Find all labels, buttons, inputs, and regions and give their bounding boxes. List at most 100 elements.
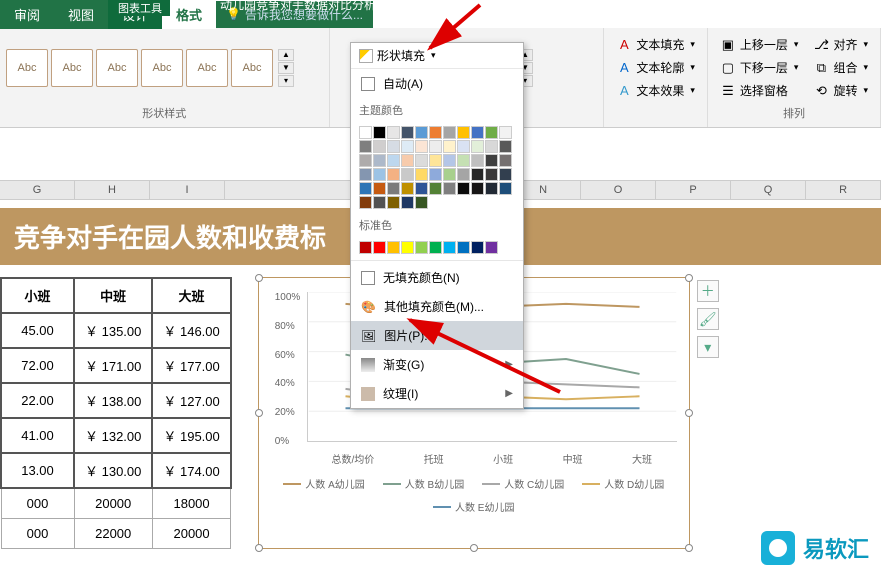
color-swatch[interactable] — [443, 126, 456, 139]
color-swatch[interactable] — [415, 168, 428, 181]
color-swatch[interactable] — [401, 182, 414, 195]
color-swatch[interactable] — [429, 126, 442, 139]
col-i[interactable]: I — [150, 181, 225, 199]
col-q[interactable]: Q — [731, 181, 806, 199]
color-swatch[interactable] — [457, 168, 470, 181]
scroll-more-icon[interactable]: ▾ — [278, 75, 294, 87]
color-swatch[interactable] — [471, 154, 484, 167]
color-swatch[interactable] — [359, 182, 372, 195]
color-swatch[interactable] — [373, 140, 386, 153]
color-swatch[interactable] — [443, 182, 456, 195]
color-swatch[interactable] — [387, 196, 400, 209]
color-swatch[interactable] — [387, 241, 400, 254]
color-swatch[interactable] — [485, 154, 498, 167]
color-swatch[interactable] — [443, 140, 456, 153]
color-swatch[interactable] — [387, 154, 400, 167]
col-o[interactable]: O — [581, 181, 656, 199]
color-swatch[interactable] — [415, 241, 428, 254]
color-swatch[interactable] — [471, 140, 484, 153]
legend-item[interactable]: 人数 A幼儿园 — [283, 476, 364, 491]
shape-style-4[interactable]: Abc — [141, 49, 183, 87]
chart-handle[interactable] — [255, 274, 263, 282]
color-swatch[interactable] — [359, 140, 372, 153]
color-swatch[interactable] — [415, 154, 428, 167]
color-swatch[interactable] — [387, 168, 400, 181]
dd-auto[interactable]: 自动(A) — [351, 69, 523, 98]
col-g[interactable]: G — [0, 181, 75, 199]
x-axis[interactable]: 总数/均价 托班 小班 中班 大班 — [307, 451, 677, 466]
color-swatch[interactable] — [429, 182, 442, 195]
th-1[interactable]: 中班 — [74, 278, 152, 313]
color-swatch[interactable] — [499, 182, 512, 195]
color-swatch[interactable] — [401, 196, 414, 209]
color-swatch[interactable] — [457, 154, 470, 167]
color-swatch[interactable] — [373, 168, 386, 181]
chart-handle[interactable] — [685, 274, 693, 282]
chart-legend[interactable]: 人数 A幼儿园人数 B幼儿园人数 C幼儿园人数 D幼儿园人数 E幼儿园 — [277, 476, 671, 514]
scroll-up-icon[interactable]: ▲ — [278, 49, 294, 61]
scroll-down-icon[interactable]: ▼ — [278, 62, 294, 74]
color-swatch[interactable] — [485, 182, 498, 195]
shape-style-6[interactable]: Abc — [231, 49, 273, 87]
legend-item[interactable]: 人数 C幼儿园 — [482, 476, 564, 491]
color-swatch[interactable] — [443, 154, 456, 167]
color-swatch[interactable] — [373, 196, 386, 209]
color-swatch[interactable] — [401, 126, 414, 139]
color-swatch[interactable] — [401, 241, 414, 254]
color-swatch[interactable] — [373, 182, 386, 195]
align-button[interactable]: ⎇对齐▾ — [811, 34, 870, 55]
color-swatch[interactable] — [471, 182, 484, 195]
color-swatch[interactable] — [485, 126, 498, 139]
color-swatch[interactable] — [499, 168, 512, 181]
color-swatch[interactable] — [457, 140, 470, 153]
col-p[interactable]: P — [656, 181, 731, 199]
rotate-button[interactable]: ⟲旋转▾ — [811, 80, 870, 101]
chart-handle[interactable] — [685, 409, 693, 417]
chart-brush-button[interactable]: 🖌 — [697, 308, 719, 330]
color-swatch[interactable] — [359, 241, 372, 254]
chart-filter-button[interactable]: ▾ — [697, 336, 719, 358]
color-swatch[interactable] — [485, 140, 498, 153]
chart-handle[interactable] — [470, 544, 478, 552]
tab-view[interactable]: 视图 — [54, 0, 108, 29]
color-swatch[interactable] — [429, 154, 442, 167]
color-swatch[interactable] — [499, 126, 512, 139]
color-swatch[interactable] — [499, 140, 512, 153]
color-swatch[interactable] — [457, 126, 470, 139]
legend-item[interactable]: 人数 B幼儿园 — [383, 476, 464, 491]
color-swatch[interactable] — [429, 168, 442, 181]
legend-item[interactable]: 人数 E幼儿园 — [433, 499, 514, 514]
color-swatch[interactable] — [373, 126, 386, 139]
text-outline-button[interactable]: A文本轮廓▾ — [614, 57, 697, 78]
col-r[interactable]: R — [806, 181, 881, 199]
color-swatch[interactable] — [401, 140, 414, 153]
color-swatch[interactable] — [471, 168, 484, 181]
color-swatch[interactable] — [471, 241, 484, 254]
group-button[interactable]: ⧉组合▾ — [811, 57, 870, 78]
chart-handle[interactable] — [255, 544, 263, 552]
color-swatch[interactable] — [359, 154, 372, 167]
shape-style-1[interactable]: Abc — [6, 49, 48, 87]
color-swatch[interactable] — [415, 196, 428, 209]
y-axis[interactable]: 100% 80% 60% 40% 20% 0% — [275, 292, 301, 447]
chart-handle[interactable] — [255, 409, 263, 417]
color-swatch[interactable] — [429, 241, 442, 254]
color-swatch[interactable] — [387, 140, 400, 153]
color-swatch[interactable] — [443, 241, 456, 254]
selection-pane-button[interactable]: ☰选择窗格 — [718, 80, 801, 101]
color-swatch[interactable] — [499, 154, 512, 167]
chart-handle[interactable] — [685, 544, 693, 552]
color-swatch[interactable] — [373, 241, 386, 254]
color-swatch[interactable] — [401, 154, 414, 167]
color-swatch[interactable] — [485, 241, 498, 254]
color-swatch[interactable] — [443, 168, 456, 181]
color-swatch[interactable] — [359, 168, 372, 181]
dd-no-fill[interactable]: 无填充颜色(N) — [351, 263, 523, 292]
tab-format[interactable]: 格式 — [162, 0, 216, 29]
color-swatch[interactable] — [457, 241, 470, 254]
shape-style-5[interactable]: Abc — [186, 49, 228, 87]
chart-plus-button[interactable]: ＋ — [697, 280, 719, 302]
color-swatch[interactable] — [485, 168, 498, 181]
col-h[interactable]: H — [75, 181, 150, 199]
shape-style-2[interactable]: Abc — [51, 49, 93, 87]
